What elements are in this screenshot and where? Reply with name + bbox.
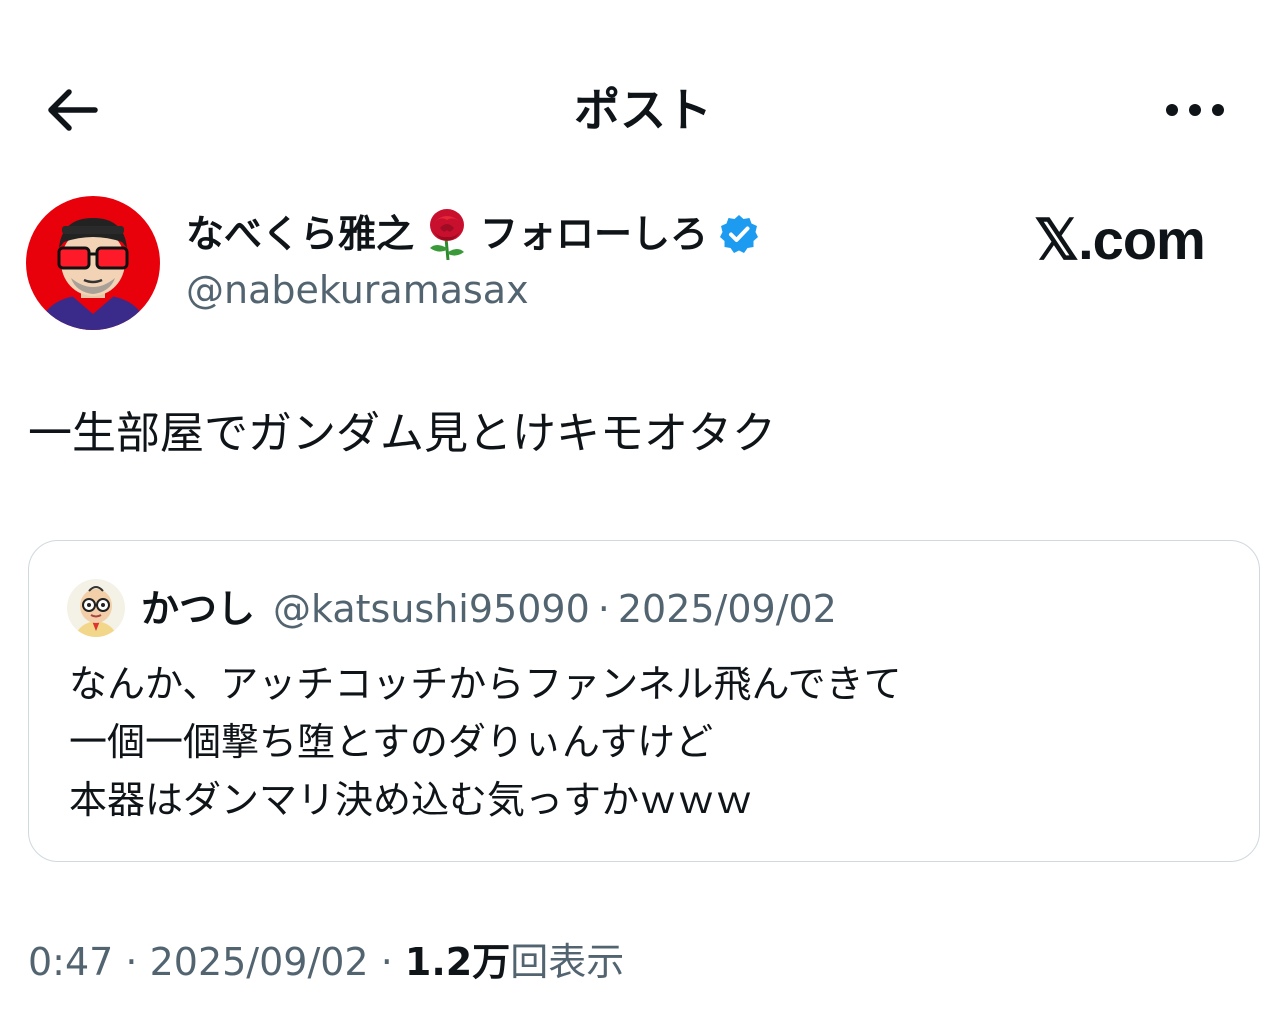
quote-date[interactable]: 2025/09/02 [618,583,837,635]
page-title: ポスト [574,83,712,137]
author-name-suffix: フォローしろ [480,212,709,256]
quote-text-line: なんか、アッチコッチからファンネル飛んできて [69,662,902,706]
more-button[interactable] [1160,86,1230,134]
quote-text: なんか、アッチコッチからファンネル飛んできて 一個一個撃ち堕とすのダりぃんすけど… [69,655,902,829]
post-time[interactable]: 0:47 [28,940,113,984]
quote-author-handle[interactable]: @katsushi95090 [273,583,590,635]
post-meta: 0:47 · 2025/09/02 · 1.2万回表示 [28,936,624,988]
quoted-post[interactable]: かつし @katsushi95090 · 2025/09/02 なんか、アッチコ… [28,540,1260,862]
quote-text-line: 一個一個撃ち堕とすのダりぃんすけど [69,720,714,764]
author-handle[interactable]: @nabekuramasax [186,266,529,314]
author-name-row[interactable]: なべくら雅之 フォローしろ [186,208,760,260]
quote-separator: · [597,587,610,631]
quote-header: かつし @katsushi95090 · 2025/09/02 [141,583,837,635]
meta-separator: · [113,940,150,984]
x-com-watermark: 𝕏.com [1034,208,1206,271]
rose-emoji-icon [430,209,465,260]
post-author: なべくら雅之 フォローしろ @nabekuramasax 𝕏.com [26,196,1256,332]
meta-separator: · [368,940,405,984]
views-count: 1.2万 [404,940,511,984]
post-text: 一生部屋でガンダム見とけキモオタク [28,408,776,459]
quote-author-name[interactable]: かつし [141,583,255,635]
top-bar: ポスト [0,60,1286,160]
author-name: なべくら雅之 [186,212,415,256]
quote-author-avatar[interactable] [67,579,125,637]
views-label: 回表示 [510,940,625,984]
post-date[interactable]: 2025/09/02 [150,940,369,984]
verified-badge-icon [720,215,759,253]
more-horizontal-icon [1166,104,1224,116]
quote-text-line: 本器はダンマリ決め込む気っすかｗｗｗ [69,778,754,822]
author-avatar[interactable] [26,196,160,330]
